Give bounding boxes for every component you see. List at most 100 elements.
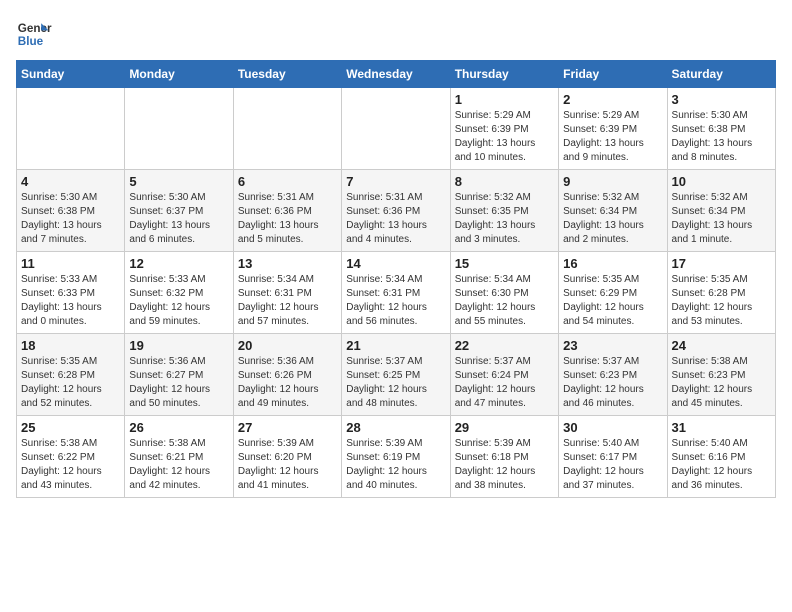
day-number: 20	[238, 338, 337, 353]
day-number: 19	[129, 338, 228, 353]
day-number: 3	[672, 92, 771, 107]
day-info: Sunrise: 5:29 AM Sunset: 6:39 PM Dayligh…	[455, 109, 554, 165]
calendar-cell: 8 Sunrise: 5:32 AM Sunset: 6:35 PM Daylig…	[450, 170, 558, 252]
calendar-cell: 4 Sunrise: 5:30 AM Sunset: 6:38 PM Daylig…	[17, 170, 125, 252]
calendar-cell: 20Sunrise: 5:36 AM Sunset: 6:26 PM Dayli…	[233, 334, 341, 416]
day-number: 6	[238, 174, 337, 189]
svg-text:Blue: Blue	[18, 35, 44, 48]
weekday-header-sunday: Sunday	[17, 61, 125, 88]
day-number: 29	[455, 420, 554, 435]
day-number: 5	[129, 174, 228, 189]
day-info: Sunrise: 5:38 AM Sunset: 6:21 PM Dayligh…	[129, 437, 228, 493]
day-info: Sunrise: 5:32 AM Sunset: 6:34 PM Dayligh…	[563, 191, 662, 247]
calendar-cell: 11Sunrise: 5:33 AM Sunset: 6:33 PM Dayli…	[17, 252, 125, 334]
calendar-cell	[342, 88, 450, 170]
day-info: Sunrise: 5:38 AM Sunset: 6:22 PM Dayligh…	[21, 437, 120, 493]
day-info: Sunrise: 5:38 AM Sunset: 6:23 PM Dayligh…	[672, 355, 771, 411]
calendar-cell: 7 Sunrise: 5:31 AM Sunset: 6:36 PM Daylig…	[342, 170, 450, 252]
day-number: 14	[346, 256, 445, 271]
day-number: 23	[563, 338, 662, 353]
day-number: 7	[346, 174, 445, 189]
day-info: Sunrise: 5:31 AM Sunset: 6:36 PM Dayligh…	[346, 191, 445, 247]
calendar: SundayMondayTuesdayWednesdayThursdayFrid…	[16, 60, 776, 498]
day-info: Sunrise: 5:37 AM Sunset: 6:24 PM Dayligh…	[455, 355, 554, 411]
day-info: Sunrise: 5:39 AM Sunset: 6:20 PM Dayligh…	[238, 437, 337, 493]
day-number: 1	[455, 92, 554, 107]
svg-text:General: General	[18, 22, 52, 35]
day-number: 16	[563, 256, 662, 271]
day-info: Sunrise: 5:34 AM Sunset: 6:30 PM Dayligh…	[455, 273, 554, 329]
day-number: 30	[563, 420, 662, 435]
day-info: Sunrise: 5:40 AM Sunset: 6:17 PM Dayligh…	[563, 437, 662, 493]
day-info: Sunrise: 5:39 AM Sunset: 6:18 PM Dayligh…	[455, 437, 554, 493]
day-info: Sunrise: 5:35 AM Sunset: 6:28 PM Dayligh…	[672, 273, 771, 329]
day-number: 8	[455, 174, 554, 189]
day-info: Sunrise: 5:34 AM Sunset: 6:31 PM Dayligh…	[238, 273, 337, 329]
day-number: 4	[21, 174, 120, 189]
calendar-cell: 26 Sunrise: 5:38 AM Sunset: 6:21 PM Dayli…	[125, 416, 233, 498]
day-number: 17	[672, 256, 771, 271]
calendar-cell: 18 Sunrise: 5:35 AM Sunset: 6:28 PM Dayli…	[17, 334, 125, 416]
day-number: 9	[563, 174, 662, 189]
calendar-week-5: 25 Sunrise: 5:38 AM Sunset: 6:22 PM Dayli…	[17, 416, 776, 498]
day-info: Sunrise: 5:31 AM Sunset: 6:36 PM Dayligh…	[238, 191, 337, 247]
day-number: 18	[21, 338, 120, 353]
weekday-header-thursday: Thursday	[450, 61, 558, 88]
day-number: 26	[129, 420, 228, 435]
calendar-cell: 14Sunrise: 5:34 AM Sunset: 6:31 PM Dayli…	[342, 252, 450, 334]
day-number: 12	[129, 256, 228, 271]
day-number: 10	[672, 174, 771, 189]
calendar-cell: 6 Sunrise: 5:31 AM Sunset: 6:36 PM Daylig…	[233, 170, 341, 252]
weekday-header-wednesday: Wednesday	[342, 61, 450, 88]
weekday-header-row: SundayMondayTuesdayWednesdayThursdayFrid…	[17, 61, 776, 88]
day-number: 27	[238, 420, 337, 435]
calendar-cell: 2 Sunrise: 5:29 AM Sunset: 6:39 PM Daylig…	[559, 88, 667, 170]
calendar-cell: 1 Sunrise: 5:29 AM Sunset: 6:39 PM Daylig…	[450, 88, 558, 170]
day-info: Sunrise: 5:36 AM Sunset: 6:27 PM Dayligh…	[129, 355, 228, 411]
day-info: Sunrise: 5:33 AM Sunset: 6:32 PM Dayligh…	[129, 273, 228, 329]
weekday-header-friday: Friday	[559, 61, 667, 88]
day-number: 13	[238, 256, 337, 271]
day-info: Sunrise: 5:32 AM Sunset: 6:34 PM Dayligh…	[672, 191, 771, 247]
day-number: 22	[455, 338, 554, 353]
logo: General Blue	[16, 16, 52, 52]
day-number: 28	[346, 420, 445, 435]
calendar-cell: 5Sunrise: 5:30 AM Sunset: 6:37 PM Daylig…	[125, 170, 233, 252]
calendar-cell: 27 Sunrise: 5:39 AM Sunset: 6:20 PM Dayli…	[233, 416, 341, 498]
calendar-cell	[125, 88, 233, 170]
calendar-cell: 15Sunrise: 5:34 AM Sunset: 6:30 PM Dayli…	[450, 252, 558, 334]
calendar-cell: 9 Sunrise: 5:32 AM Sunset: 6:34 PM Daylig…	[559, 170, 667, 252]
day-number: 21	[346, 338, 445, 353]
day-info: Sunrise: 5:37 AM Sunset: 6:25 PM Dayligh…	[346, 355, 445, 411]
day-info: Sunrise: 5:30 AM Sunset: 6:38 PM Dayligh…	[672, 109, 771, 165]
calendar-cell: 16 Sunrise: 5:35 AM Sunset: 6:29 PM Dayli…	[559, 252, 667, 334]
header: General Blue	[16, 16, 776, 52]
logo-icon: General Blue	[16, 16, 52, 52]
calendar-cell: 10 Sunrise: 5:32 AM Sunset: 6:34 PM Dayli…	[667, 170, 775, 252]
weekday-header-tuesday: Tuesday	[233, 61, 341, 88]
day-info: Sunrise: 5:40 AM Sunset: 6:16 PM Dayligh…	[672, 437, 771, 493]
calendar-cell: 28Sunrise: 5:39 AM Sunset: 6:19 PM Dayli…	[342, 416, 450, 498]
day-info: Sunrise: 5:33 AM Sunset: 6:33 PM Dayligh…	[21, 273, 120, 329]
calendar-week-4: 18 Sunrise: 5:35 AM Sunset: 6:28 PM Dayli…	[17, 334, 776, 416]
calendar-cell: 25 Sunrise: 5:38 AM Sunset: 6:22 PM Dayli…	[17, 416, 125, 498]
day-number: 2	[563, 92, 662, 107]
calendar-cell: 30 Sunrise: 5:40 AM Sunset: 6:17 PM Dayli…	[559, 416, 667, 498]
day-info: Sunrise: 5:29 AM Sunset: 6:39 PM Dayligh…	[563, 109, 662, 165]
calendar-cell: 29 Sunrise: 5:39 AM Sunset: 6:18 PM Dayli…	[450, 416, 558, 498]
calendar-week-1: 1 Sunrise: 5:29 AM Sunset: 6:39 PM Daylig…	[17, 88, 776, 170]
calendar-cell: 31 Sunrise: 5:40 AM Sunset: 6:16 PM Dayli…	[667, 416, 775, 498]
calendar-week-3: 11Sunrise: 5:33 AM Sunset: 6:33 PM Dayli…	[17, 252, 776, 334]
calendar-cell: 21 Sunrise: 5:37 AM Sunset: 6:25 PM Dayli…	[342, 334, 450, 416]
day-info: Sunrise: 5:35 AM Sunset: 6:28 PM Dayligh…	[21, 355, 120, 411]
weekday-header-saturday: Saturday	[667, 61, 775, 88]
calendar-cell: 22 Sunrise: 5:37 AM Sunset: 6:24 PM Dayli…	[450, 334, 558, 416]
day-number: 24	[672, 338, 771, 353]
calendar-cell: 23Sunrise: 5:37 AM Sunset: 6:23 PM Dayli…	[559, 334, 667, 416]
calendar-cell: 24 Sunrise: 5:38 AM Sunset: 6:23 PM Dayli…	[667, 334, 775, 416]
day-number: 25	[21, 420, 120, 435]
day-info: Sunrise: 5:30 AM Sunset: 6:38 PM Dayligh…	[21, 191, 120, 247]
day-number: 31	[672, 420, 771, 435]
day-info: Sunrise: 5:32 AM Sunset: 6:35 PM Dayligh…	[455, 191, 554, 247]
day-info: Sunrise: 5:35 AM Sunset: 6:29 PM Dayligh…	[563, 273, 662, 329]
